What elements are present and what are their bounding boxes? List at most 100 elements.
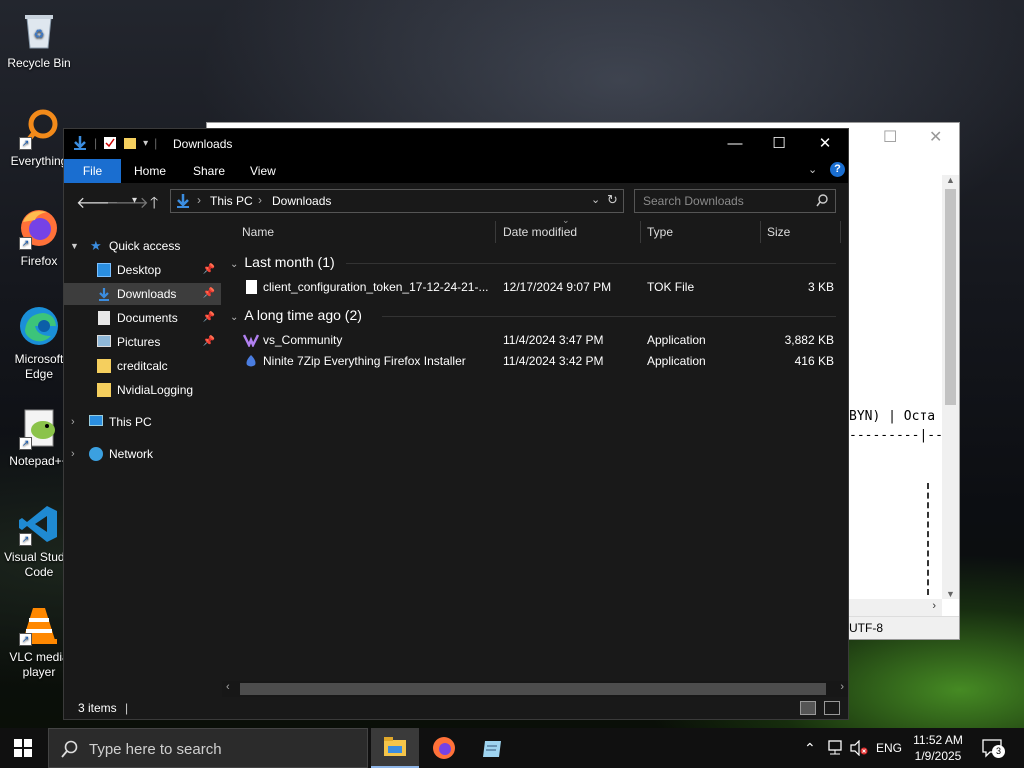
nav-item-nvidialogging[interactable]: NvidiaLogging <box>64 379 221 401</box>
taskbar-file-explorer[interactable] <box>371 728 419 768</box>
address-bar[interactable]: › This PC › Downloads ⌄ ↻ <box>170 189 624 213</box>
expand-ribbon-icon[interactable]: ⌄ <box>808 163 817 176</box>
nav-this-pc[interactable]: › This PC <box>64 411 221 433</box>
recent-locations-icon[interactable]: ▾ <box>132 195 137 206</box>
notepad-status-bar: UTF-8 <box>849 616 959 639</box>
chevron-down-icon[interactable]: ⌄ <box>230 259 238 270</box>
group-header-last-month[interactable]: ⌄ Last month (1) <box>230 254 335 270</box>
tab-view[interactable]: View <box>250 159 276 183</box>
scroll-up-icon[interactable]: ▲ <box>946 175 955 185</box>
breadcrumb-downloads[interactable]: Downloads <box>272 194 331 208</box>
scroll-right-icon[interactable]: › <box>840 681 844 693</box>
windows-start-icon[interactable] <box>14 739 32 760</box>
scroll-thumb[interactable] <box>240 683 826 695</box>
shortcut-arrow-icon: ↗ <box>19 437 32 450</box>
taskbar-firefox[interactable] <box>420 728 468 768</box>
chevron-down-icon[interactable]: ⌄ <box>230 312 238 323</box>
tab-home[interactable]: Home <box>134 159 166 183</box>
help-icon[interactable]: ? <box>830 162 845 177</box>
column-header-size[interactable]: Size <box>767 225 790 239</box>
chevron-down-icon[interactable]: ▼ <box>70 235 79 257</box>
navigation-pane: ▼ ★ Quick access Desktop 📌 Downloads 📌 D… <box>64 223 221 695</box>
documents-folder-icon <box>98 311 110 325</box>
notification-count-badge: 3 <box>992 745 1005 758</box>
horizontal-scrollbar[interactable]: › <box>849 599 942 616</box>
search-icon <box>816 194 828 207</box>
search-input[interactable]: Search Downloads <box>634 189 836 213</box>
column-header-name[interactable]: Name <box>242 225 274 239</box>
close-icon[interactable]: ✕ <box>929 127 942 147</box>
action-center-icon[interactable]: 3 <box>982 738 1005 761</box>
volume-muted-icon[interactable] <box>850 740 868 756</box>
forward-button[interactable]: 🡒 <box>106 192 149 213</box>
large-icons-view-icon[interactable] <box>824 701 840 715</box>
scroll-down-icon[interactable]: ▼ <box>946 589 955 599</box>
close-button[interactable]: ✕ <box>802 129 848 159</box>
nav-item-creditcalc[interactable]: creditcalc <box>64 355 221 377</box>
vertical-scrollbar[interactable]: ▲ ▼ <box>942 175 959 599</box>
desktop-icon-recycle-bin[interactable]: ♻ Recycle Bin <box>0 8 78 71</box>
chevron-right-icon[interactable]: › <box>71 443 75 465</box>
taskbar-notepad[interactable] <box>468 728 516 768</box>
pin-icon[interactable]: 📌 <box>203 283 215 305</box>
tab-file[interactable]: File <box>64 159 121 183</box>
download-arrow-icon <box>177 194 189 208</box>
everything-icon: ↗ <box>17 106 61 150</box>
input-language-indicator[interactable]: ENG <box>876 728 902 768</box>
svg-text:♻: ♻ <box>34 27 45 41</box>
minimize-button[interactable]: — <box>712 129 758 159</box>
download-arrow-icon <box>74 136 86 150</box>
details-view-icon[interactable] <box>800 701 816 715</box>
system-clock[interactable]: 11:52 AM 1/9/2025 <box>906 732 970 764</box>
nav-item-pictures[interactable]: Pictures 📌 <box>64 331 221 353</box>
title-bar[interactable]: | ▾ | Downloads — ☐ ✕ <box>64 129 848 159</box>
computer-icon <box>89 415 103 426</box>
file-row[interactable]: client_configuration_token_17-12-24-21-.… <box>222 277 842 298</box>
group-header-long-time-ago[interactable]: ⌄ A long time ago (2) <box>230 307 362 323</box>
search-icon <box>61 740 78 758</box>
pin-icon[interactable]: 📌 <box>203 331 215 353</box>
horizontal-scrollbar[interactable]: ‹ › <box>222 681 848 697</box>
network-wired-icon[interactable] <box>826 740 844 756</box>
breadcrumb-this-pc[interactable]: This PC <box>210 194 253 208</box>
nav-item-documents[interactable]: Documents 📌 <box>64 307 221 329</box>
maximize-button[interactable]: ☐ <box>756 129 802 159</box>
tab-share[interactable]: Share <box>193 159 225 183</box>
vscode-icon: ↗ <box>17 502 61 546</box>
shortcut-arrow-icon: ↗ <box>19 237 32 250</box>
chevron-down-icon[interactable]: ⌄ <box>591 193 600 206</box>
file-list[interactable]: Name ⌄ Date modified Type Size ⌄ Last mon… <box>222 215 842 679</box>
file-row[interactable]: Ninite 7Zip Everything Firefox Installer… <box>222 351 842 372</box>
pin-icon[interactable]: 📌 <box>203 259 215 281</box>
shortcut-arrow-icon: ↗ <box>19 533 32 546</box>
download-arrow-icon <box>99 288 109 301</box>
refresh-icon[interactable]: ↻ <box>607 192 618 208</box>
group-divider <box>346 263 836 264</box>
nav-network[interactable]: › Network <box>64 443 221 465</box>
scroll-thumb[interactable] <box>945 189 956 405</box>
new-folder-icon[interactable] <box>123 136 137 150</box>
properties-icon[interactable] <box>103 136 117 150</box>
chevron-right-icon[interactable]: › <box>71 411 75 433</box>
pin-icon[interactable]: 📌 <box>203 307 215 329</box>
nav-quick-access[interactable]: ▼ ★ Quick access <box>64 235 221 257</box>
maximize-icon[interactable]: ☐ <box>883 127 897 147</box>
file-row[interactable]: vs_Community 11/4/2024 3:47 PM Applicati… <box>222 330 842 351</box>
up-button[interactable]: 🡑 <box>150 192 158 219</box>
notepad-text[interactable]: BYN) | Оста ---------|-- <box>849 407 943 445</box>
chevron-down-icon[interactable]: ▾ <box>143 138 148 149</box>
folder-icon <box>97 383 111 397</box>
taskbar-search-input[interactable]: Type here to search <box>48 728 368 768</box>
breadcrumb-separator-icon: › <box>197 193 201 207</box>
scroll-right-icon[interactable]: › <box>932 600 936 612</box>
column-header-type[interactable]: Type <box>647 225 673 239</box>
nav-item-desktop[interactable]: Desktop 📌 <box>64 259 221 281</box>
pictures-folder-icon <box>97 335 111 347</box>
notepad-icon <box>483 741 501 757</box>
scroll-left-icon[interactable]: ‹ <box>226 681 230 693</box>
firefox-icon <box>433 737 455 759</box>
file-explorer-window[interactable]: | ▾ | Downloads — ☐ ✕ File Home Share Vi… <box>63 128 849 720</box>
show-hidden-icons-chevron-icon[interactable]: ⌃ <box>804 728 816 768</box>
nav-item-downloads[interactable]: Downloads 📌 <box>64 283 221 305</box>
column-header-date-modified[interactable]: Date modified <box>503 225 577 239</box>
